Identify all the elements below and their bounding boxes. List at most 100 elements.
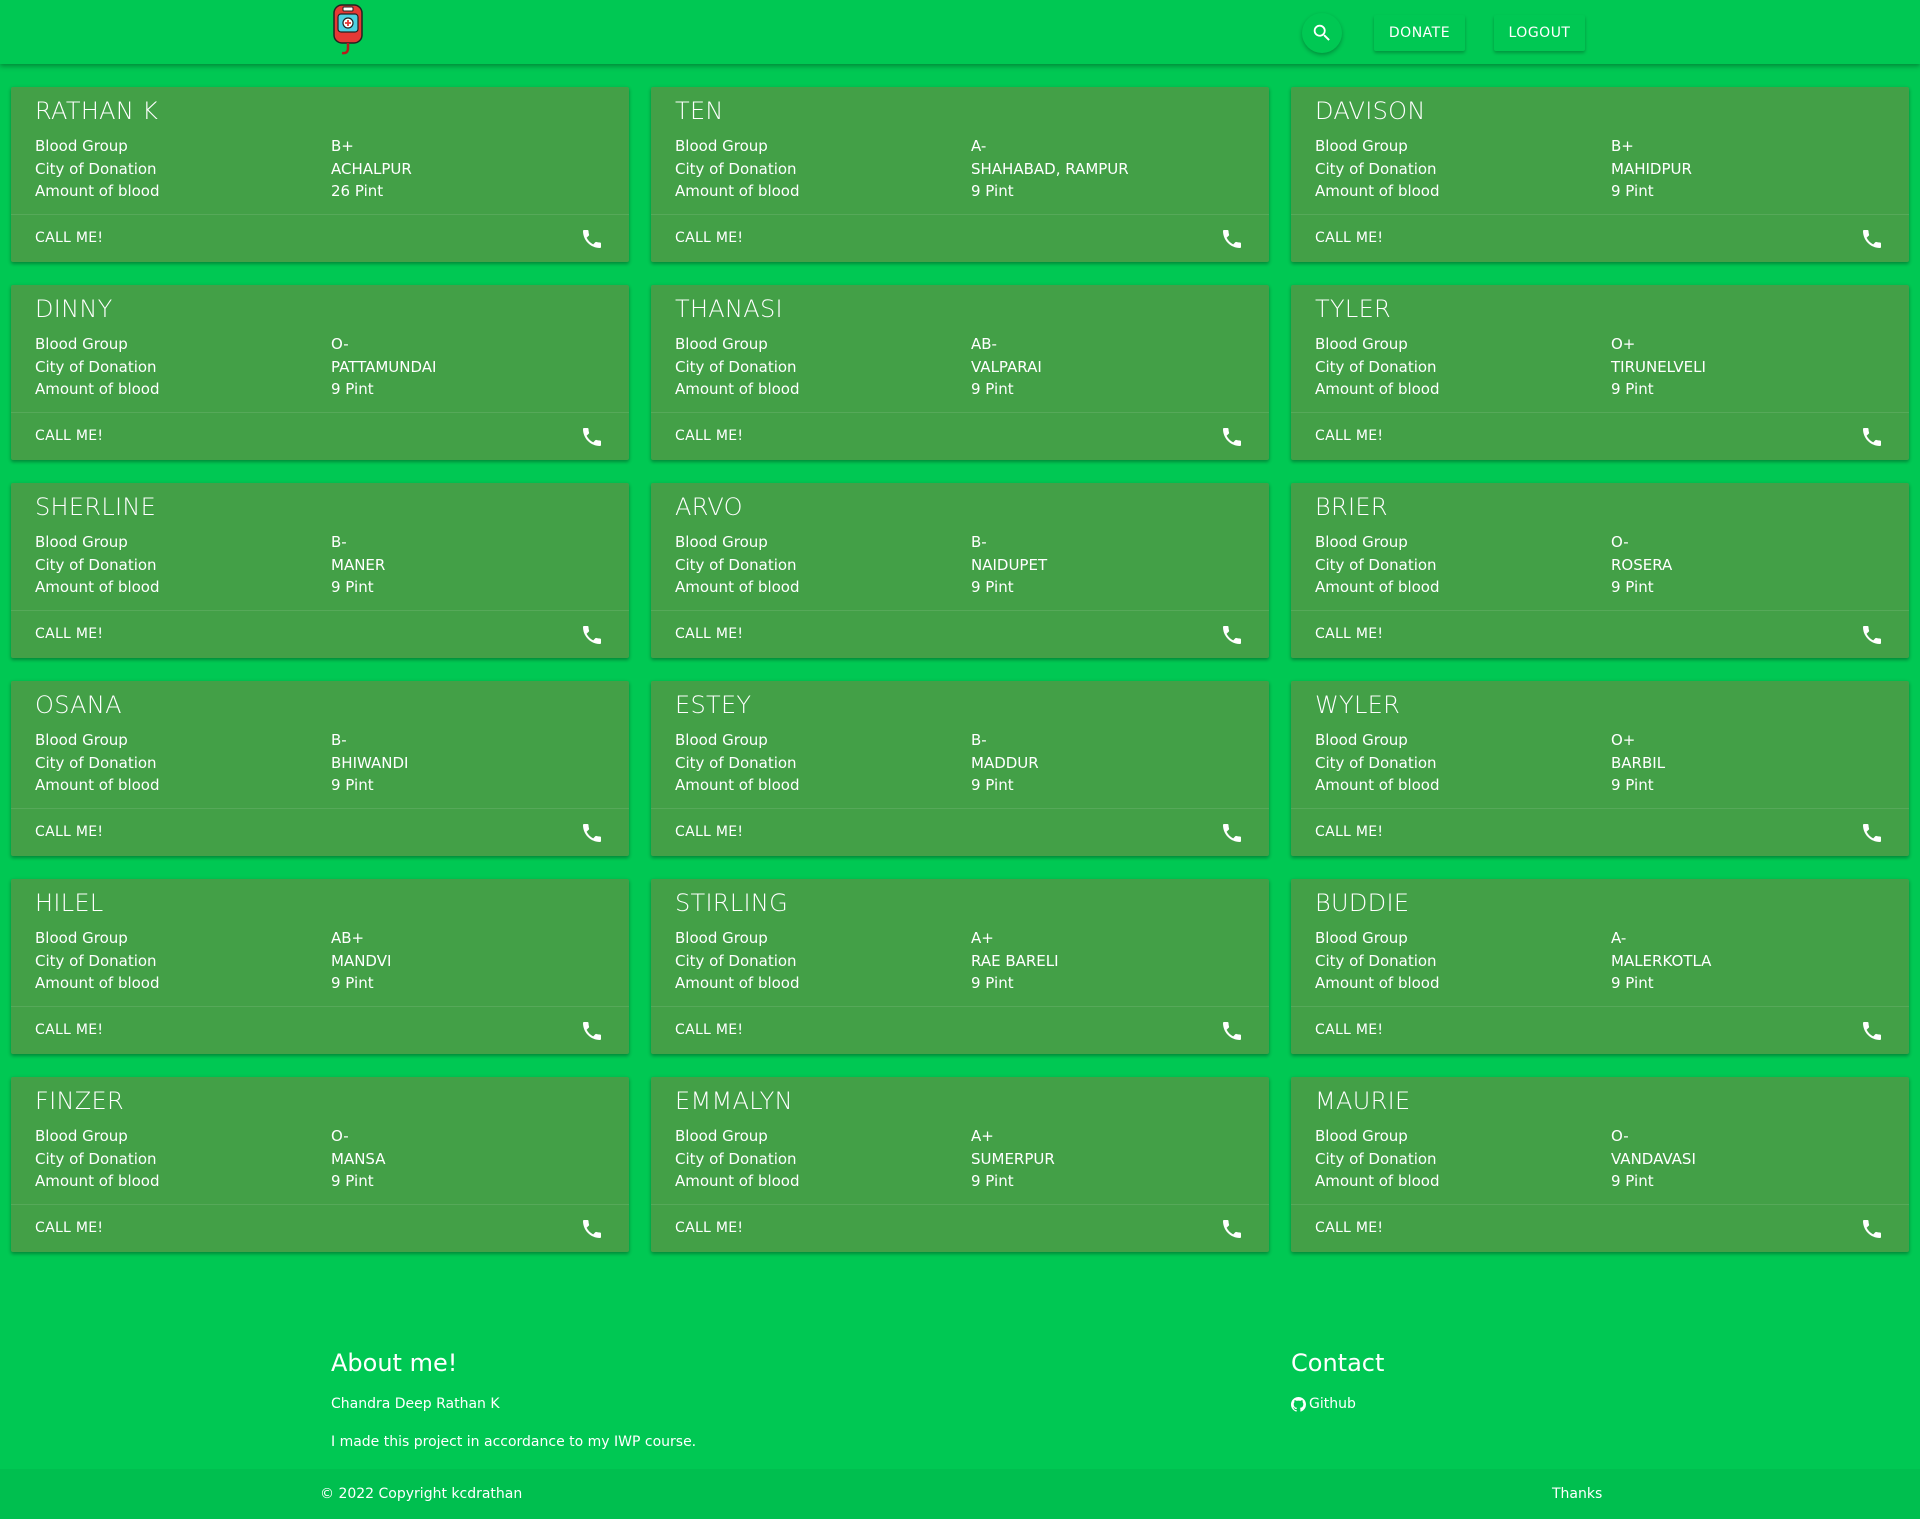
- donor-name: BRIER: [1315, 493, 1388, 521]
- copyright-text: © 2022 Copyright kcdrathan: [320, 1486, 523, 1502]
- city-label: City of Donation: [1315, 556, 1437, 574]
- phone-icon[interactable]: [1220, 1217, 1244, 1241]
- donor-name: TYLER: [1315, 295, 1392, 323]
- blood-group-value: A-: [1611, 929, 1627, 947]
- call-me-link[interactable]: CALL ME!: [35, 626, 103, 642]
- donate-button[interactable]: DONATE: [1374, 15, 1465, 51]
- city-value: PATTAMUNDAI: [331, 358, 437, 376]
- amount-label: Amount of blood: [1315, 182, 1440, 200]
- card-action: CALL ME!: [11, 214, 629, 263]
- phone-icon[interactable]: [580, 1019, 604, 1043]
- call-me-link[interactable]: CALL ME!: [1315, 626, 1383, 642]
- copyright-bar: © 2022 Copyright kcdrathan Thanks: [0, 1469, 1920, 1519]
- logout-button[interactable]: LOGOUT: [1494, 15, 1585, 51]
- blood-group-value: B+: [331, 137, 354, 155]
- card-action: CALL ME!: [651, 412, 1269, 461]
- city-value: ACHALPUR: [331, 160, 412, 178]
- phone-icon[interactable]: [1220, 425, 1244, 449]
- donor-card: FINZER Blood Group City of Donation Amou…: [11, 1077, 629, 1252]
- donor-name: SHERLINE: [35, 493, 157, 521]
- call-me-link[interactable]: CALL ME!: [1315, 428, 1383, 444]
- amount-label: Amount of blood: [675, 380, 800, 398]
- blood-group-label: Blood Group: [675, 335, 768, 353]
- call-me-link[interactable]: CALL ME!: [35, 230, 103, 246]
- call-me-link[interactable]: CALL ME!: [675, 1022, 743, 1038]
- blood-group-value: AB-: [971, 335, 997, 353]
- card-action: CALL ME!: [11, 1006, 629, 1055]
- card-action: CALL ME!: [11, 1204, 629, 1253]
- phone-icon[interactable]: [580, 623, 604, 647]
- card-action: CALL ME!: [11, 412, 629, 461]
- phone-icon[interactable]: [1220, 227, 1244, 251]
- card-action: CALL ME!: [11, 808, 629, 857]
- amount-value: 9 Pint: [971, 974, 1014, 992]
- blood-group-label: Blood Group: [1315, 929, 1408, 947]
- phone-icon[interactable]: [1860, 227, 1884, 251]
- city-value: MALERKOTLA: [1611, 952, 1712, 970]
- blood-group-value: O-: [1611, 533, 1629, 551]
- call-me-link[interactable]: CALL ME!: [1315, 824, 1383, 840]
- city-label: City of Donation: [35, 754, 157, 772]
- card-action: CALL ME!: [1291, 1006, 1909, 1055]
- city-label: City of Donation: [675, 358, 797, 376]
- phone-icon[interactable]: [580, 425, 604, 449]
- blood-group-value: A+: [971, 929, 994, 947]
- card-action: CALL ME!: [651, 1006, 1269, 1055]
- phone-icon[interactable]: [1220, 821, 1244, 845]
- donor-name: HILEL: [35, 889, 104, 917]
- city-value: RAE BARELI: [971, 952, 1059, 970]
- github-link[interactable]: Github: [1291, 1396, 1356, 1412]
- blood-group-value: O+: [1611, 335, 1636, 353]
- amount-value: 9 Pint: [1611, 974, 1654, 992]
- search-button[interactable]: [1302, 13, 1342, 53]
- phone-icon[interactable]: [1860, 623, 1884, 647]
- call-me-link[interactable]: CALL ME!: [35, 824, 103, 840]
- call-me-link[interactable]: CALL ME!: [675, 1220, 743, 1236]
- call-me-link[interactable]: CALL ME!: [675, 824, 743, 840]
- donor-card: RATHAN K Blood Group City of Donation Am…: [11, 87, 629, 262]
- call-me-link[interactable]: CALL ME!: [35, 1220, 103, 1236]
- call-me-link[interactable]: CALL ME!: [675, 428, 743, 444]
- call-me-link[interactable]: CALL ME!: [675, 626, 743, 642]
- amount-label: Amount of blood: [35, 182, 160, 200]
- city-value: SUMERPUR: [971, 1150, 1055, 1168]
- amount-value: 9 Pint: [331, 776, 374, 794]
- call-me-link[interactable]: CALL ME!: [35, 1022, 103, 1038]
- blood-group-label: Blood Group: [675, 731, 768, 749]
- donor-name: TEN: [675, 97, 724, 125]
- search-icon: [1311, 22, 1333, 44]
- phone-icon[interactable]: [580, 821, 604, 845]
- phone-icon[interactable]: [1220, 623, 1244, 647]
- blood-bag-icon[interactable]: [330, 4, 366, 56]
- blood-group-label: Blood Group: [1315, 533, 1408, 551]
- call-me-link[interactable]: CALL ME!: [675, 230, 743, 246]
- card-action: CALL ME!: [1291, 214, 1909, 263]
- call-me-link[interactable]: CALL ME!: [1315, 230, 1383, 246]
- call-me-link[interactable]: CALL ME!: [35, 428, 103, 444]
- city-value: VANDAVASI: [1611, 1150, 1696, 1168]
- navbar: DONATE LOGOUT: [0, 0, 1920, 64]
- amount-label: Amount of blood: [675, 578, 800, 596]
- call-me-link[interactable]: CALL ME!: [1315, 1022, 1383, 1038]
- donor-card: BRIER Blood Group City of Donation Amoun…: [1291, 483, 1909, 658]
- blood-group-value: O-: [331, 1127, 349, 1145]
- blood-group-label: Blood Group: [35, 929, 128, 947]
- phone-icon[interactable]: [1220, 1019, 1244, 1043]
- phone-icon[interactable]: [1860, 821, 1884, 845]
- about-description: I made this project in accordance to my …: [331, 1434, 697, 1450]
- amount-label: Amount of blood: [35, 380, 160, 398]
- donor-card: ARVO Blood Group City of Donation Amount…: [651, 483, 1269, 658]
- phone-icon[interactable]: [580, 227, 604, 251]
- phone-icon[interactable]: [1860, 1217, 1884, 1241]
- amount-value: 9 Pint: [971, 182, 1014, 200]
- donor-card: EMMALYN Blood Group City of Donation Amo…: [651, 1077, 1269, 1252]
- amount-label: Amount of blood: [35, 776, 160, 794]
- call-me-link[interactable]: CALL ME!: [1315, 1220, 1383, 1236]
- amount-label: Amount of blood: [675, 776, 800, 794]
- phone-icon[interactable]: [1860, 1019, 1884, 1043]
- amount-label: Amount of blood: [35, 578, 160, 596]
- phone-icon[interactable]: [580, 1217, 604, 1241]
- city-value: BHIWANDI: [331, 754, 409, 772]
- phone-icon[interactable]: [1860, 425, 1884, 449]
- thanks-text: Thanks: [1552, 1486, 1603, 1502]
